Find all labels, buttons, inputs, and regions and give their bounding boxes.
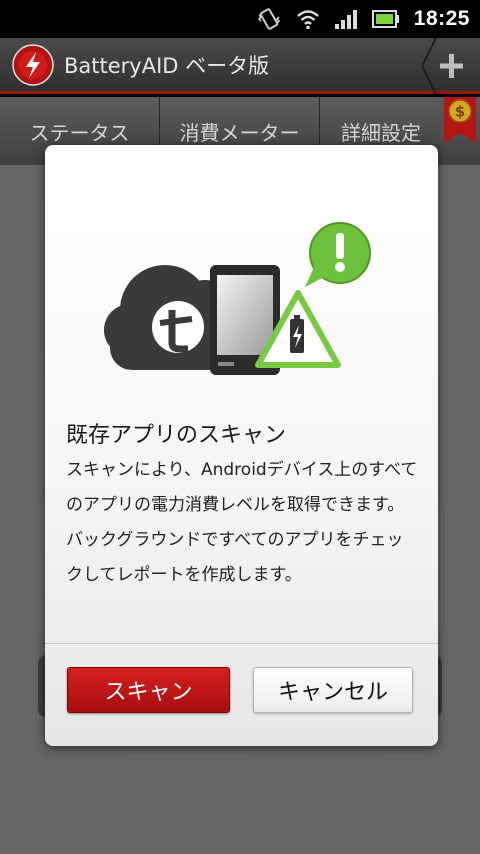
dialog-divider [45, 643, 438, 644]
dialog-message: スキャンにより、Androidデバイス上のすべてのアプリの電力消費レベルを取得で… [66, 460, 418, 585]
batteryaid-logo-icon[interactable] [12, 43, 54, 86]
svg-text:$: $ [455, 103, 465, 121]
cancel-button[interactable]: キャンセル [253, 667, 413, 713]
status-bar: 18:25 [0, 0, 480, 38]
dollar-coin-icon[interactable]: $ [444, 97, 476, 143]
battery-icon [371, 10, 400, 28]
app-title-bar: BatteryAID ベータ版 [0, 38, 480, 94]
app-title: BatteryAID ベータ版 [64, 53, 270, 78]
add-button[interactable] [422, 38, 480, 94]
dialog-title: 既存アプリのスキャン [66, 423, 287, 448]
vibrate-icon [256, 7, 282, 31]
scan-dialog: 既存アプリのスキャン スキャンにより、Androidデバイス上のすべてのアプリの… [45, 145, 438, 746]
clock: 18:25 [413, 7, 470, 30]
signal-icon [334, 8, 358, 30]
plus-icon [422, 38, 463, 94]
wifi-icon [296, 8, 320, 30]
scan-button[interactable]: スキャン [67, 667, 230, 713]
scan-illustration-icon [104, 222, 371, 375]
